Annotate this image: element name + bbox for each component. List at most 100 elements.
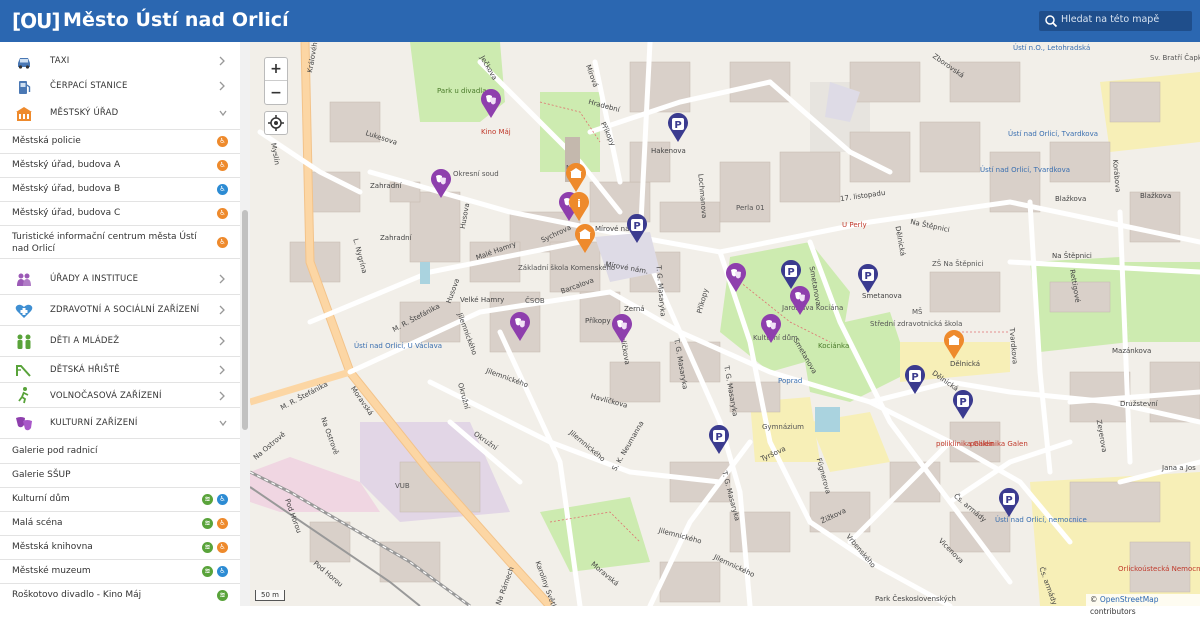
town-hall-marker[interactable] [574, 224, 596, 254]
zoom-out-button[interactable]: − [265, 82, 287, 105]
list-item-budova-c[interactable]: Městský úřad, budova C ♿ [0, 202, 240, 226]
place-label: Okresní soud [453, 170, 499, 178]
theater-marker[interactable] [480, 89, 502, 119]
street-label: Zahradní [370, 182, 402, 190]
list-item-budova-b[interactable]: Městský úřad, budova B ♿ [0, 178, 240, 202]
list-item-label: Galerie pod radnicí [12, 446, 98, 456]
list-item-label: Městská policie [12, 136, 81, 146]
street-label: Blažkova [1055, 195, 1087, 203]
theater-marker[interactable] [430, 169, 452, 199]
osm-link[interactable]: OpenStreetMap [1100, 595, 1159, 604]
bus-stop-label: Ústí n.O., Letohradská [1013, 44, 1091, 52]
info-marker[interactable]: i [568, 192, 590, 222]
category-label: MĚSTSKÝ ÚŘAD [50, 108, 119, 118]
list-item-mestska-knihovna[interactable]: Městská knihovna ≋ ♿ [0, 536, 240, 560]
theater-masks-icon [16, 417, 32, 431]
svg-text:P: P [911, 372, 918, 383]
parking-marker[interactable]: P [952, 390, 974, 420]
street-label: Příkopy [585, 317, 611, 325]
theater-marker[interactable] [789, 286, 811, 316]
theater-marker[interactable] [725, 263, 747, 293]
bus-stop-label: Ústí nad Orlicí, Tvardkova [980, 166, 1071, 174]
list-item-mala-scena[interactable]: Malá scéna ≋ ♿ [0, 512, 240, 536]
street-label: Jana a Jos [1162, 464, 1196, 472]
category-urady-instituce[interactable]: ÚŘADY A INSTITUCE [0, 264, 240, 295]
parking-marker[interactable]: P [708, 425, 730, 455]
wifi-icon: ≋ [202, 494, 213, 505]
chevron-right-icon [219, 365, 225, 375]
category-label: VOLNOČASOVÁ ZAŘÍZENÍ [50, 391, 162, 401]
zoom-in-button[interactable]: + [265, 58, 287, 81]
wheelchair-icon: ♿ [217, 518, 228, 529]
svg-text:P: P [674, 120, 681, 131]
category-detska-hriste[interactable]: DĚTSKÁ HŘIŠTĚ [0, 357, 240, 383]
list-item-mestske-muzeum[interactable]: Městské muzeum ≋ ♿ [0, 560, 240, 584]
list-item-label: Turistické informační centrum města Ústí… [12, 232, 197, 254]
street-label: Zerná [624, 305, 645, 313]
wheelchair-icon: ♿ [217, 160, 228, 171]
town-hall-icon [16, 107, 32, 121]
parking-marker[interactable]: P [904, 365, 926, 395]
running-icon [18, 387, 29, 404]
app-logo[interactable]: [OU] [12, 8, 61, 34]
health-heart-icon [15, 304, 33, 318]
parking-marker[interactable]: P [857, 264, 879, 294]
svg-text:P: P [787, 267, 794, 278]
map-attribution: © OpenStreetMap contributors [1086, 594, 1200, 616]
map-search-input[interactable]: Hledat na této mapě [1039, 11, 1192, 31]
svg-text:P: P [1005, 495, 1012, 506]
sidebar-scrollbar-thumb[interactable] [242, 210, 248, 430]
list-item-mestska-policie[interactable]: Městská policie ♿ [0, 130, 240, 154]
category-label: ČERPACÍ STANICE [50, 81, 128, 91]
place-label: Sv. Bratří Čapků [1150, 54, 1200, 62]
category-zdravotni[interactable]: ZDRAVOTNÍ A SOCIÁLNÍ ZAŘÍZENÍ [0, 295, 240, 326]
list-item-galerie-pod-radnici[interactable]: Galerie pod radnicí [0, 440, 240, 464]
list-item-info-centrum[interactable]: Turistické informační centrum města Ústí… [0, 226, 240, 259]
wheelchair-icon: ♿ [217, 494, 228, 505]
children-icon [17, 334, 31, 349]
wheelchair-icon: ♿ [217, 237, 228, 248]
street-label: Družstevní [1120, 400, 1158, 408]
list-item-roskotovo-divadlo[interactable]: Roškotovo divadlo - Kino Máj ≋ [0, 584, 240, 606]
wifi-icon: ≋ [217, 590, 228, 601]
category-label: ÚŘADY A INSTITUCE [50, 274, 139, 284]
place-label: ZŠ Na Štěpnici [932, 260, 984, 268]
locate-me-button[interactable] [264, 111, 288, 135]
wifi-icon: ≋ [202, 542, 213, 553]
category-mestsky-urad[interactable]: MĚSTSKÝ ÚŘAD [0, 98, 240, 130]
parking-marker[interactable]: P [998, 488, 1020, 518]
chevron-down-icon [219, 420, 227, 427]
svg-text:P: P [633, 221, 640, 232]
bus-stop-label: Ústí nad Orlicí, U Václava [354, 342, 442, 350]
category-volnocasova[interactable]: VOLNOČASOVÁ ZAŘÍZENÍ [0, 383, 240, 408]
theater-marker[interactable] [509, 312, 531, 342]
parking-marker[interactable]: P [667, 113, 689, 143]
attribution-prefix: © [1090, 595, 1100, 604]
theater-marker[interactable] [760, 314, 782, 344]
zoom-control: + − [264, 57, 288, 105]
parking-marker[interactable]: P [626, 214, 648, 244]
svg-text:P: P [715, 432, 722, 443]
list-item-label: Galerie SŠUP [12, 470, 71, 480]
category-deti-mladez[interactable]: DĚTI A MLÁDEŽ [0, 326, 240, 357]
place-label: Orlickoústecká Nemocnice [1118, 565, 1200, 573]
map-canvas[interactable]: Královéhradecká Ječkova Mírová Hradební … [250, 42, 1200, 606]
wheelchair-icon: ♿ [217, 566, 228, 577]
parking-marker[interactable]: P [780, 260, 802, 290]
chevron-down-icon [219, 110, 227, 117]
wheelchair-icon: ♿ [217, 542, 228, 553]
town-hall-marker[interactable] [565, 163, 587, 193]
theater-marker[interactable] [611, 314, 633, 344]
app-header: [OU] Město Ústí nad Orlicí Hledat na tét… [0, 0, 1200, 42]
list-item-budova-a[interactable]: Městský úřad, budova A ♿ [0, 154, 240, 178]
app-title: Město Ústí nad Orlicí [63, 9, 289, 31]
town-hall-marker[interactable] [943, 330, 965, 360]
list-item-label: Městský úřad, budova B [12, 184, 121, 194]
search-icon [1045, 15, 1058, 28]
category-kulturni-zarizeni[interactable]: KULTURNÍ ZAŘÍZENÍ [0, 408, 240, 439]
place-label: poliklinika Galen [970, 440, 1028, 448]
street-label: Na Štěpnici [1052, 252, 1092, 260]
list-item-galerie-ssup[interactable]: Galerie SŠUP [0, 464, 240, 488]
list-item-label: Malá scéna [12, 518, 63, 528]
list-item-kulturni-dum[interactable]: Kulturní dům ≋ ♿ [0, 488, 240, 512]
